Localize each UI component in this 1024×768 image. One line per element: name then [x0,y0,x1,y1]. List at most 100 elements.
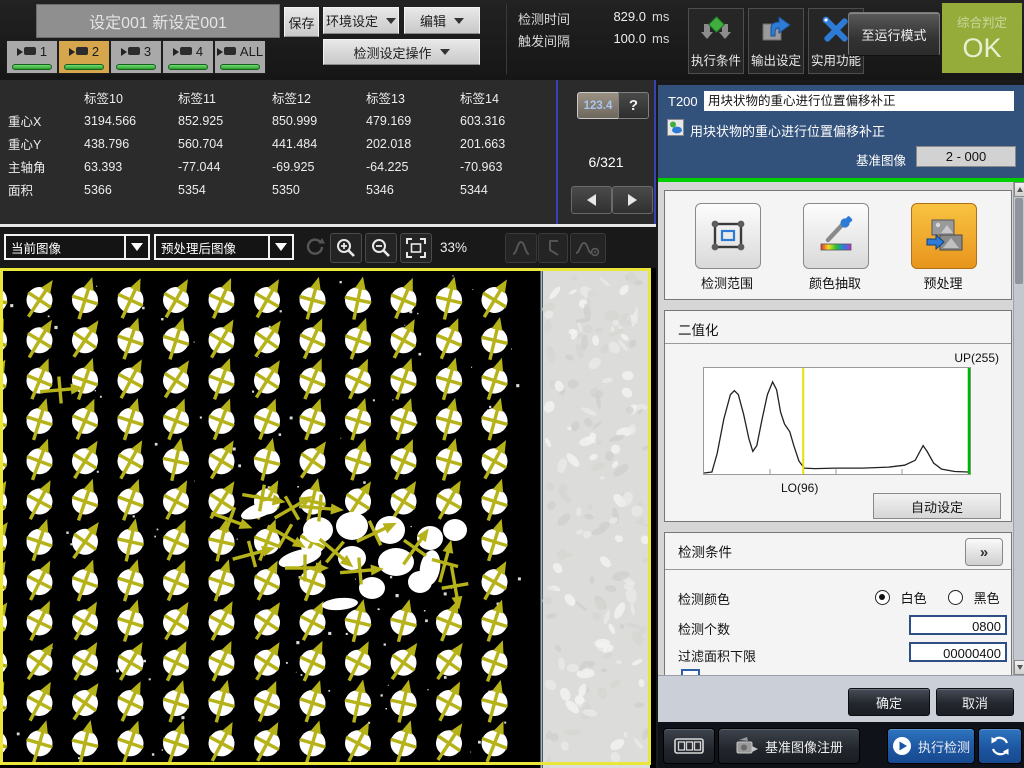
zoom-out-button[interactable] [365,233,397,263]
panel-scrollbar[interactable] [1013,182,1024,675]
unit-type-icon [667,119,684,136]
run-mode-button[interactable]: 至运行模式 [848,12,940,56]
chevron-down-icon [268,236,292,258]
filmstrip-button[interactable] [663,728,715,764]
settings-content: 检测范围 颜色抽取 [658,182,1024,675]
condition-panel: 检测条件 » 检测颜色 白色 黑色 检测个数 0800 过滤面积下限 00000… [664,532,1012,675]
table-cell: 560.704 [178,137,272,151]
table-cell: -64.225 [366,160,460,174]
filter-area-input[interactable]: 00000400 [909,642,1007,662]
detect-range-button[interactable] [695,203,761,269]
table-cell: 479.169 [366,114,460,128]
mode-tab-3[interactable]: 3 [110,40,162,74]
table-cell: 852.925 [178,114,272,128]
profile-button[interactable] [505,233,537,263]
filter-area-label: 过滤面积下限 [678,646,756,665]
unit-title-input[interactable]: 用块状物的重心进行位置偏移补正 [704,91,1014,111]
radio-unselected-icon[interactable] [948,590,963,605]
refresh-icon [304,236,326,258]
row-label: 重心X [8,111,84,130]
scroll-down-button[interactable] [1014,660,1024,675]
polyline-icon [544,239,562,257]
mode-tab-ALL[interactable]: ALL [214,40,266,74]
detect-count-input[interactable]: 0800 [909,615,1007,635]
detect-time-value: 829.0 [590,9,646,24]
row-label: 主轴角 [8,157,84,176]
color-option-black[interactable]: 黑色 [948,588,1000,607]
mode-tab-1[interactable]: 1 [6,40,58,74]
radio-selected-icon[interactable] [875,590,890,605]
reference-image-value[interactable]: 2 - 000 [916,146,1016,167]
histogram-plot[interactable] [703,367,971,478]
zoom-out-icon [370,237,392,259]
help-button[interactable]: ? [618,92,649,119]
save-button[interactable]: 保存 [284,7,319,37]
scrollbar-thumb[interactable] [1015,198,1023,284]
ok-button[interactable]: 确定 [848,688,930,716]
refresh-button[interactable] [300,233,330,261]
edit-menu[interactable]: 编辑 [404,7,480,34]
tools-panel: 检测范围 颜色抽取 [664,190,1012,300]
chevron-down-icon [124,236,148,258]
column-header: 标签11 [178,88,272,107]
cancel-button[interactable]: 取消 [936,688,1014,716]
mode-tab-2[interactable]: 2 [58,40,110,74]
detect-color-label: 检测颜色 [678,589,730,608]
trace-button[interactable] [538,233,568,263]
bottom-toolbar: 基准图像注册 执行检测 [658,722,1024,768]
process-stage-select[interactable]: 预处理后图像 [154,234,294,260]
camera-icon [69,46,89,56]
mode-tab-4[interactable]: 4 [162,40,214,74]
prev-page-button[interactable] [571,186,612,214]
arrow-left-icon [587,194,596,206]
auto-set-button[interactable]: 自动设定 [873,493,1001,519]
camera-register-icon [735,736,759,756]
arrow-down-icon [1017,665,1023,670]
inspection-setting-menu[interactable]: 检测设定操作 [323,39,480,65]
image-source-select[interactable]: 当前图像 [4,234,150,260]
overall-judgement: 综合判定 OK [942,3,1022,73]
inspection-image[interactable] [0,268,656,768]
environment-menu[interactable]: 环境设定 [323,7,399,34]
chevron-down-icon [440,49,450,55]
page-indicator: 6/321 [558,154,654,170]
scroll-up-button[interactable] [1014,182,1024,197]
run-inspection-button[interactable]: 执行检测 [887,728,975,764]
detect-count-label: 检测个数 [678,619,730,638]
row-label: 重心Y [8,134,84,153]
judgement-value: OK [962,33,1001,64]
register-reference-button[interactable]: 基准图像注册 [718,728,860,764]
row-label: 面积 [8,180,84,199]
curve-settings-button[interactable] [570,233,606,263]
table-cell: 441.484 [272,137,366,151]
tab-status-bar [220,64,260,70]
judgement-label: 综合判定 [957,12,1007,31]
fit-screen-icon [405,237,427,259]
lower-threshold-label: LO(96) [781,481,818,495]
color-extract-button[interactable] [803,203,869,269]
column-header: 标签13 [366,88,460,107]
upper-threshold-label: UP(255) [954,351,999,365]
expand-button[interactable]: » [965,538,1003,566]
zoom-in-button[interactable] [330,233,362,263]
preprocess-button[interactable] [911,203,977,269]
fit-view-button[interactable] [400,233,432,263]
sync-button[interactable] [978,728,1022,764]
eyedropper-icon [815,215,857,257]
table-cell: 202.018 [366,137,460,151]
execute-condition-button[interactable]: 执行条件 [688,8,744,74]
top-header: 设定001 新设定001 保存 环境设定 编辑 检测设定操作 检测时间 829.… [0,0,1024,80]
curve-gear-icon [575,239,601,257]
zoom-in-icon [335,237,357,259]
results-table: 标签10标签11标签12标签13标签14重心X3194.566852.92585… [8,86,554,201]
output-setting-button[interactable]: 输出设定 [748,8,804,74]
next-page-button[interactable] [612,186,653,214]
table-cell: 850.999 [272,114,366,128]
numeric-display-button[interactable]: 123.4 [577,92,619,119]
unit-id: T200 [668,94,698,109]
color-option-white[interactable]: 白色 [875,588,927,607]
table-cell: -77.044 [178,160,272,174]
chevron-down-icon [454,18,464,24]
confirm-strip: 确定 取消 [658,675,1024,722]
region-icon [707,215,749,257]
